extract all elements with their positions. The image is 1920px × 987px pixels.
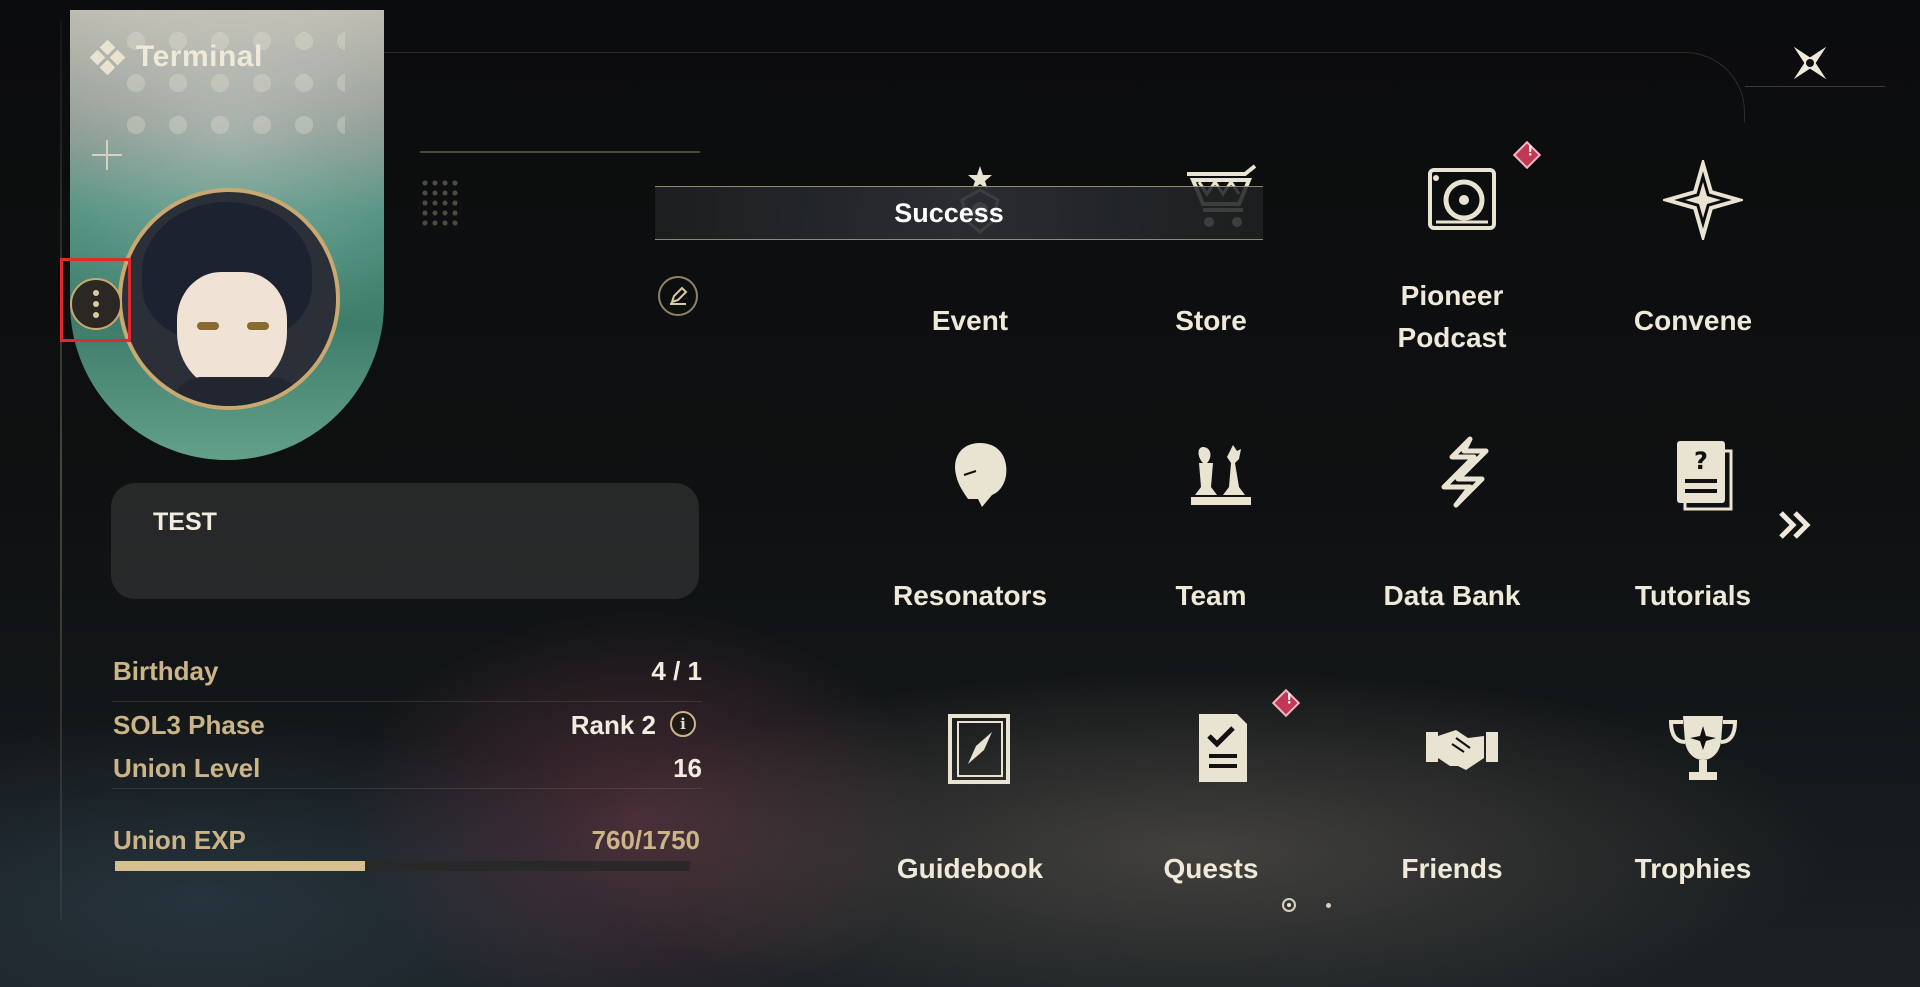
menu-item-friends[interactable]: Friends [1332,688,1572,938]
menu-item-label: Tutorials [1634,580,1752,611]
page-title: Terminal [136,40,263,73]
data-bank-icon [1441,436,1489,508]
union-exp-value: 760/1750 [591,825,700,855]
podcast-turntable-icon [1428,168,1496,230]
menu-item-label: Event [931,305,1009,336]
compass-star-icon [1663,160,1743,240]
avatar [118,188,340,410]
menu-item-pioneer-podcast[interactable]: Pioneer Podcast [1332,140,1572,390]
union-level-label: Union Level [113,753,261,783]
menu-item-convene[interactable]: Convene [1573,140,1813,390]
terminal-diamonds-icon [89,39,126,76]
notification-badge [1271,688,1301,718]
double-chevron-right-icon [1779,511,1811,539]
pencil-icon [670,286,688,305]
signature-box[interactable] [111,483,699,599]
menu-item-store[interactable]: Store [1091,140,1331,390]
divider [112,701,702,702]
menu-item-label: Store [1175,305,1247,336]
menu-item-data-bank[interactable]: Data Bank [1332,415,1572,665]
birthday-label: Birthday [113,656,219,686]
page-dot[interactable] [1326,902,1331,908]
menu-item-label: Guidebook [896,853,1044,884]
left-rail [60,20,62,920]
signature-text: TEST [153,508,217,536]
page-header: Terminal [89,39,263,76]
profile-more-button[interactable] [70,278,122,330]
dot-grid-decoration [420,178,462,226]
character-head-icon [955,443,1007,507]
decor-line [420,151,700,153]
union-exp-bar [115,861,690,871]
menu-item-resonators[interactable]: Resonators [850,415,1090,665]
menu-item-label: Quests [1163,853,1259,884]
close-star-icon [1793,46,1827,80]
success-toast: Success [655,186,1263,240]
tutorial-card-icon: ? [1677,441,1733,511]
menu-grid: Event Store Pioneer Podcast Convene Resonato… [850,140,1900,920]
next-page-button[interactable] [1775,505,1819,545]
menu-item-label: Data Bank [1383,580,1521,611]
menu-item-label: Convene [1633,305,1753,336]
sol3-phase-label: SOL3 Phase [113,710,265,740]
menu-item-team[interactable]: Team [1091,415,1331,665]
menu-item-guidebook[interactable]: Guidebook [850,688,1090,938]
menu-item-trophies[interactable]: Trophies [1573,688,1813,938]
info-icon[interactable]: i [670,711,696,737]
menu-item-event[interactable]: Event [850,140,1090,390]
avatar-eye [247,322,269,330]
menu-item-label: Pioneer Podcast [1397,280,1507,353]
birthday-value: 4 / 1 [651,656,702,686]
menu-item-label: Trophies [1634,853,1752,884]
union-exp-label: Union EXP [113,825,246,855]
union-exp-fill [115,861,365,871]
top-frame [380,52,1745,122]
page-dot-active[interactable] [1282,898,1296,912]
menu-item-label: Resonators [892,580,1048,611]
page-indicator [1282,898,1331,912]
sol3-phase-value: Rank 2 [570,710,656,740]
avatar-collar [172,377,302,406]
guidebook-compass-icon [948,714,1010,784]
svg-text:?: ? [1694,447,1708,475]
union-level-value: 16 [673,753,702,783]
trophy-icon [1668,716,1738,780]
chess-pieces-icon [1191,445,1251,505]
edit-profile-button[interactable] [658,276,698,316]
menu-item-label: Team [1175,580,1247,611]
menu-item-label: Friends [1401,853,1503,884]
toast-text: Success [894,197,1004,228]
avatar-eye [197,322,219,330]
handshake-icon [1426,730,1498,770]
avatar-face [177,272,287,392]
notification-badge [1512,140,1542,170]
plus-mark-icon [92,140,122,170]
close-button[interactable] [1785,38,1835,88]
quest-clipboard-icon [1199,714,1247,782]
divider [112,788,702,789]
